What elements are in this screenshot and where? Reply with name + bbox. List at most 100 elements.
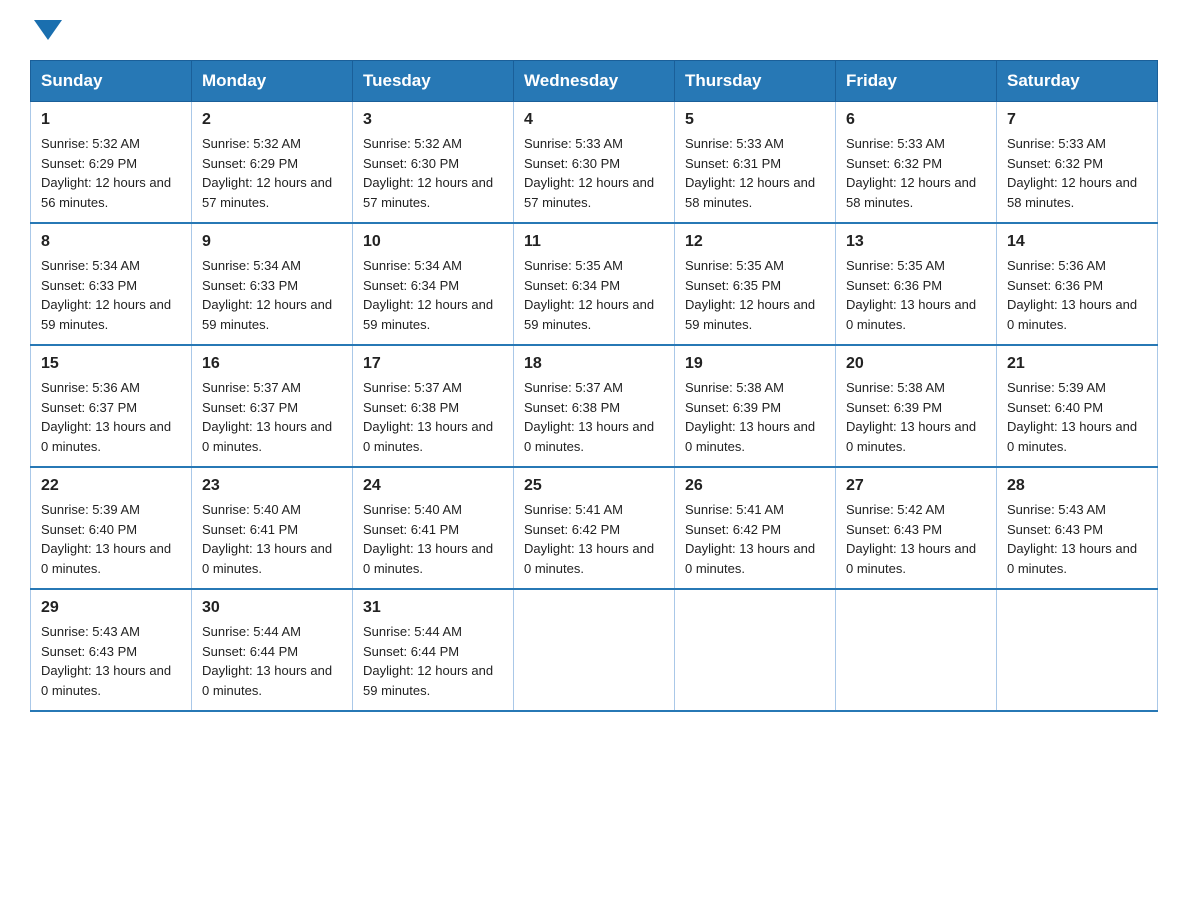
day-number: 20: [846, 352, 986, 376]
day-number: 16: [202, 352, 342, 376]
daylight-text: Daylight: 12 hours and 59 minutes.: [363, 663, 493, 698]
day-number: 8: [41, 230, 181, 254]
sunset-text: Sunset: 6:36 PM: [1007, 278, 1103, 293]
daylight-text: Daylight: 12 hours and 59 minutes.: [685, 297, 815, 332]
sunset-text: Sunset: 6:32 PM: [846, 156, 942, 171]
sunset-text: Sunset: 6:39 PM: [846, 400, 942, 415]
page-header: [30, 20, 1158, 42]
day-cell: 5 Sunrise: 5:33 AM Sunset: 6:31 PM Dayli…: [675, 102, 836, 224]
sunset-text: Sunset: 6:29 PM: [41, 156, 137, 171]
day-cell: 7 Sunrise: 5:33 AM Sunset: 6:32 PM Dayli…: [997, 102, 1158, 224]
day-number: 19: [685, 352, 825, 376]
day-number: 12: [685, 230, 825, 254]
daylight-text: Daylight: 13 hours and 0 minutes.: [202, 419, 332, 454]
column-header-friday: Friday: [836, 61, 997, 102]
week-row-2: 8 Sunrise: 5:34 AM Sunset: 6:33 PM Dayli…: [31, 223, 1158, 345]
day-cell: 4 Sunrise: 5:33 AM Sunset: 6:30 PM Dayli…: [514, 102, 675, 224]
week-row-4: 22 Sunrise: 5:39 AM Sunset: 6:40 PM Dayl…: [31, 467, 1158, 589]
day-number: 29: [41, 596, 181, 620]
sunrise-text: Sunrise: 5:35 AM: [846, 258, 945, 273]
sunrise-text: Sunrise: 5:39 AM: [1007, 380, 1106, 395]
day-cell: 9 Sunrise: 5:34 AM Sunset: 6:33 PM Dayli…: [192, 223, 353, 345]
sunrise-text: Sunrise: 5:44 AM: [202, 624, 301, 639]
sunset-text: Sunset: 6:39 PM: [685, 400, 781, 415]
column-header-tuesday: Tuesday: [353, 61, 514, 102]
day-cell: 28 Sunrise: 5:43 AM Sunset: 6:43 PM Dayl…: [997, 467, 1158, 589]
day-number: 18: [524, 352, 664, 376]
day-number: 17: [363, 352, 503, 376]
sunset-text: Sunset: 6:35 PM: [685, 278, 781, 293]
sunrise-text: Sunrise: 5:38 AM: [685, 380, 784, 395]
day-cell: 14 Sunrise: 5:36 AM Sunset: 6:36 PM Dayl…: [997, 223, 1158, 345]
daylight-text: Daylight: 12 hours and 56 minutes.: [41, 175, 171, 210]
sunrise-text: Sunrise: 5:36 AM: [41, 380, 140, 395]
column-header-wednesday: Wednesday: [514, 61, 675, 102]
day-number: 30: [202, 596, 342, 620]
sunrise-text: Sunrise: 5:39 AM: [41, 502, 140, 517]
week-row-5: 29 Sunrise: 5:43 AM Sunset: 6:43 PM Dayl…: [31, 589, 1158, 711]
day-cell: 11 Sunrise: 5:35 AM Sunset: 6:34 PM Dayl…: [514, 223, 675, 345]
day-cell: 22 Sunrise: 5:39 AM Sunset: 6:40 PM Dayl…: [31, 467, 192, 589]
sunrise-text: Sunrise: 5:40 AM: [363, 502, 462, 517]
sunset-text: Sunset: 6:41 PM: [202, 522, 298, 537]
daylight-text: Daylight: 12 hours and 59 minutes.: [41, 297, 171, 332]
column-header-thursday: Thursday: [675, 61, 836, 102]
daylight-text: Daylight: 12 hours and 59 minutes.: [202, 297, 332, 332]
day-number: 21: [1007, 352, 1147, 376]
day-number: 9: [202, 230, 342, 254]
logo-triangle-icon: [34, 20, 62, 40]
daylight-text: Daylight: 13 hours and 0 minutes.: [363, 419, 493, 454]
calendar-table: SundayMondayTuesdayWednesdayThursdayFrid…: [30, 60, 1158, 712]
day-number: 7: [1007, 108, 1147, 132]
sunrise-text: Sunrise: 5:42 AM: [846, 502, 945, 517]
daylight-text: Daylight: 13 hours and 0 minutes.: [41, 663, 171, 698]
sunset-text: Sunset: 6:43 PM: [846, 522, 942, 537]
day-number: 11: [524, 230, 664, 254]
daylight-text: Daylight: 13 hours and 0 minutes.: [202, 541, 332, 576]
daylight-text: Daylight: 12 hours and 57 minutes.: [363, 175, 493, 210]
sunrise-text: Sunrise: 5:33 AM: [1007, 136, 1106, 151]
sunrise-text: Sunrise: 5:44 AM: [363, 624, 462, 639]
day-number: 6: [846, 108, 986, 132]
day-cell: 26 Sunrise: 5:41 AM Sunset: 6:42 PM Dayl…: [675, 467, 836, 589]
daylight-text: Daylight: 12 hours and 59 minutes.: [524, 297, 654, 332]
day-cell: [675, 589, 836, 711]
sunset-text: Sunset: 6:37 PM: [41, 400, 137, 415]
week-row-3: 15 Sunrise: 5:36 AM Sunset: 6:37 PM Dayl…: [31, 345, 1158, 467]
daylight-text: Daylight: 13 hours and 0 minutes.: [41, 419, 171, 454]
sunrise-text: Sunrise: 5:41 AM: [524, 502, 623, 517]
day-cell: [997, 589, 1158, 711]
daylight-text: Daylight: 12 hours and 58 minutes.: [685, 175, 815, 210]
sunrise-text: Sunrise: 5:33 AM: [685, 136, 784, 151]
sunset-text: Sunset: 6:31 PM: [685, 156, 781, 171]
sunrise-text: Sunrise: 5:35 AM: [524, 258, 623, 273]
daylight-text: Daylight: 13 hours and 0 minutes.: [1007, 297, 1137, 332]
day-cell: 8 Sunrise: 5:34 AM Sunset: 6:33 PM Dayli…: [31, 223, 192, 345]
sunset-text: Sunset: 6:29 PM: [202, 156, 298, 171]
sunrise-text: Sunrise: 5:36 AM: [1007, 258, 1106, 273]
day-cell: 2 Sunrise: 5:32 AM Sunset: 6:29 PM Dayli…: [192, 102, 353, 224]
sunset-text: Sunset: 6:30 PM: [524, 156, 620, 171]
day-cell: 29 Sunrise: 5:43 AM Sunset: 6:43 PM Dayl…: [31, 589, 192, 711]
day-cell: 3 Sunrise: 5:32 AM Sunset: 6:30 PM Dayli…: [353, 102, 514, 224]
day-number: 31: [363, 596, 503, 620]
day-number: 25: [524, 474, 664, 498]
sunset-text: Sunset: 6:32 PM: [1007, 156, 1103, 171]
daylight-text: Daylight: 13 hours and 0 minutes.: [524, 419, 654, 454]
daylight-text: Daylight: 13 hours and 0 minutes.: [41, 541, 171, 576]
sunrise-text: Sunrise: 5:34 AM: [41, 258, 140, 273]
day-number: 23: [202, 474, 342, 498]
day-number: 13: [846, 230, 986, 254]
daylight-text: Daylight: 13 hours and 0 minutes.: [524, 541, 654, 576]
sunrise-text: Sunrise: 5:37 AM: [363, 380, 462, 395]
day-cell: 16 Sunrise: 5:37 AM Sunset: 6:37 PM Dayl…: [192, 345, 353, 467]
sunrise-text: Sunrise: 5:35 AM: [685, 258, 784, 273]
sunset-text: Sunset: 6:42 PM: [685, 522, 781, 537]
sunset-text: Sunset: 6:36 PM: [846, 278, 942, 293]
sunset-text: Sunset: 6:34 PM: [524, 278, 620, 293]
day-number: 24: [363, 474, 503, 498]
sunset-text: Sunset: 6:37 PM: [202, 400, 298, 415]
day-cell: 6 Sunrise: 5:33 AM Sunset: 6:32 PM Dayli…: [836, 102, 997, 224]
sunset-text: Sunset: 6:30 PM: [363, 156, 459, 171]
sunrise-text: Sunrise: 5:34 AM: [202, 258, 301, 273]
